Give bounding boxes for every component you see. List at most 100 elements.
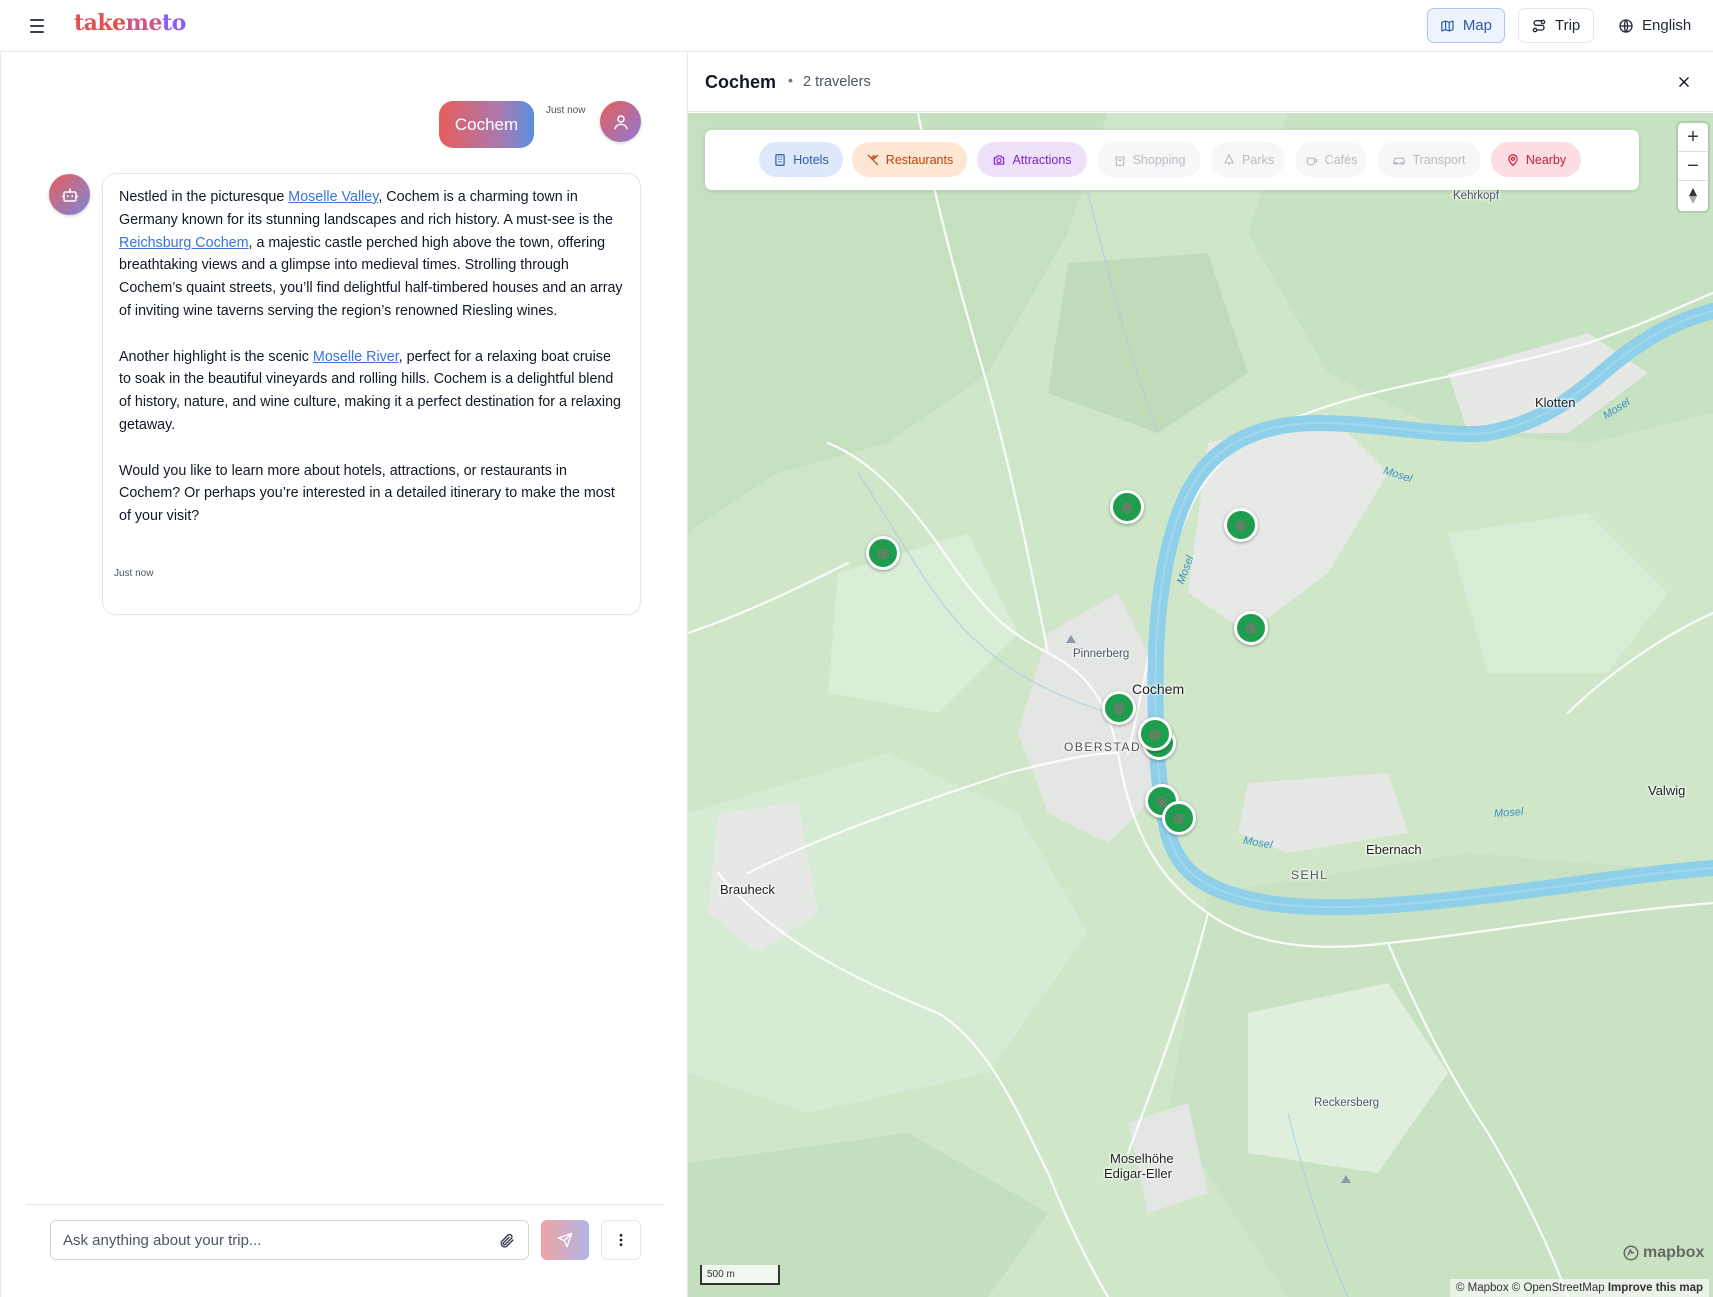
map-marker[interactable]: ◎ <box>1224 508 1258 542</box>
place-label-ebernach: Ebernach <box>1366 842 1422 857</box>
map-marker[interactable]: ◎ <box>866 536 900 570</box>
language-selector[interactable]: English <box>1606 8 1708 43</box>
travelers-count: 2 travelers <box>803 74 871 90</box>
utensils-icon <box>867 154 879 165</box>
destination-title: Cochem <box>705 72 777 92</box>
chat-input-box[interactable] <box>50 1220 529 1260</box>
place-label-ediger-eller: Edigar-Eller <box>1104 1166 1172 1181</box>
assistant-paragraph-3: Would you like to learn more about hotel… <box>119 462 615 525</box>
river-label-mosel-4: Mosel <box>1493 805 1524 821</box>
map-marker[interactable]: ◎ <box>1162 801 1196 835</box>
target-icon: ◎ <box>877 546 889 560</box>
map-terrain <box>688 113 1713 1297</box>
filter-label: Attractions <box>1012 152 1072 167</box>
top-header: takemeto Map Trip English <box>0 0 1713 52</box>
user-message-timestamp: Just now <box>546 105 586 116</box>
mapbox-logo[interactable]: mapbox <box>1622 1244 1704 1262</box>
chat-input[interactable] <box>63 1231 496 1249</box>
tree-icon <box>1223 152 1235 165</box>
assistant-message-timestamp: Just now <box>114 568 154 579</box>
target-icon: ◎ <box>1121 500 1133 514</box>
filter-chip-cafes[interactable]: Cafés <box>1295 142 1367 177</box>
trip-button-label: Trip <box>1555 17 1581 34</box>
filter-chip-hotels[interactable]: Hotels <box>759 142 843 177</box>
category-filter-bar: Hotels Restaurants Attractions Shopping … <box>705 130 1639 190</box>
assistant-avatar <box>49 174 90 215</box>
improve-map-link[interactable]: Improve this map <box>1608 1282 1703 1294</box>
map-pin-icon <box>1508 153 1518 166</box>
shopping-bag-icon <box>1114 156 1125 166</box>
target-icon: ◎ <box>1173 811 1185 825</box>
moselle-river-link[interactable]: Moselle River <box>313 349 399 365</box>
map-marker[interactable]: ◎ <box>1110 490 1144 524</box>
composer-divider <box>26 1204 665 1205</box>
zoom-in-button[interactable]: + <box>1678 123 1708 152</box>
user-message-bubble: Cochem <box>439 101 534 148</box>
user-avatar <box>600 101 641 142</box>
map-marker[interactable]: ◎ <box>1138 717 1172 751</box>
filter-chip-restaurants[interactable]: Restaurants <box>852 142 967 177</box>
filter-chip-attractions[interactable]: Attractions <box>977 142 1087 177</box>
title-separator: • <box>788 72 793 88</box>
moselle-valley-link[interactable]: Moselle Valley <box>288 189 378 205</box>
map-navigation-control: + − <box>1678 123 1708 211</box>
zoom-out-button[interactable]: − <box>1678 152 1708 181</box>
hamburger-menu-icon[interactable] <box>26 16 48 36</box>
filter-label: Shopping <box>1132 152 1186 167</box>
place-label-klotten: Klotten <box>1535 395 1576 410</box>
place-label-pinnerberg: Pinnerberg <box>1073 648 1130 660</box>
more-vertical-icon <box>619 1234 623 1246</box>
coffee-icon <box>1306 157 1317 165</box>
paperclip-icon[interactable] <box>496 1230 516 1250</box>
filter-label: Hotels <box>793 152 829 167</box>
target-icon: ◎ <box>1113 701 1125 715</box>
camera-icon <box>994 154 1005 165</box>
map-view-button[interactable]: Map <box>1427 8 1505 43</box>
map-button-label: Map <box>1462 17 1492 34</box>
filter-label: Restaurants <box>885 152 954 167</box>
filter-chip-nearby[interactable]: Nearby <box>1491 142 1581 177</box>
bot-icon <box>61 187 78 202</box>
place-label-moselhoehe: Moselhöhe <box>1110 1151 1174 1166</box>
globe-icon <box>1619 18 1633 33</box>
more-options-button[interactable] <box>601 1220 641 1260</box>
filter-chip-parks[interactable]: Parks <box>1211 142 1285 177</box>
place-label-cochem: Cochem <box>1132 681 1185 697</box>
place-label-brauheck: Brauheck <box>720 882 775 897</box>
compass-icon <box>1689 187 1697 204</box>
language-label: English <box>1642 17 1692 34</box>
app-logo[interactable]: takemeto <box>74 10 186 36</box>
filter-label: Cafés <box>1324 152 1358 167</box>
map-canvas[interactable]: Kehrkopf Klotten Pinnerberg Cochem OBERS… <box>688 113 1713 1297</box>
assistant-message-bubble: Nestled in the picturesque Moselle Valle… <box>102 173 641 615</box>
filter-label: Nearby <box>1525 152 1567 167</box>
trip-view-button[interactable]: Trip <box>1518 8 1594 43</box>
car-icon <box>1393 157 1406 165</box>
reichsburg-cochem-link[interactable]: Reichsburg Cochem <box>119 235 249 251</box>
chat-panel: Cochem Just now Nestled in the picturesq… <box>0 52 688 1297</box>
route-icon <box>1532 19 1546 32</box>
target-icon: ◎ <box>1245 621 1257 635</box>
compass-button[interactable] <box>1678 181 1708 210</box>
filter-chip-transport[interactable]: Transport <box>1377 142 1481 177</box>
place-label-oberstadt: OBERSTADT <box>1064 740 1150 754</box>
map-marker[interactable]: ◎ <box>1234 611 1268 645</box>
filter-label: Transport <box>1412 152 1466 167</box>
user-icon <box>613 114 628 129</box>
place-label-valwig: Valwig <box>1648 783 1686 798</box>
send-button[interactable] <box>541 1220 589 1260</box>
map-icon <box>1441 19 1454 32</box>
close-map-button[interactable] <box>1672 70 1696 94</box>
close-icon <box>1679 77 1689 87</box>
assistant-paragraph-1: Nestled in the picturesque Moselle Valle… <box>119 189 623 319</box>
map-attribution: © Mapbox © OpenStreetMap Improve this ma… <box>1450 1279 1710 1297</box>
mapbox-icon <box>1623 1245 1639 1261</box>
filter-chip-shopping[interactable]: Shopping <box>1097 142 1201 177</box>
send-icon <box>557 1232 573 1248</box>
filter-label: Parks <box>1242 152 1274 167</box>
building-icon <box>775 153 785 166</box>
assistant-paragraph-2: Another highlight is the scenic Moselle … <box>119 348 621 433</box>
map-marker[interactable]: ◎ <box>1102 691 1136 725</box>
target-icon: ◎ <box>1235 518 1247 532</box>
place-label-kehrkopf: Kehrkopf <box>1453 190 1500 202</box>
